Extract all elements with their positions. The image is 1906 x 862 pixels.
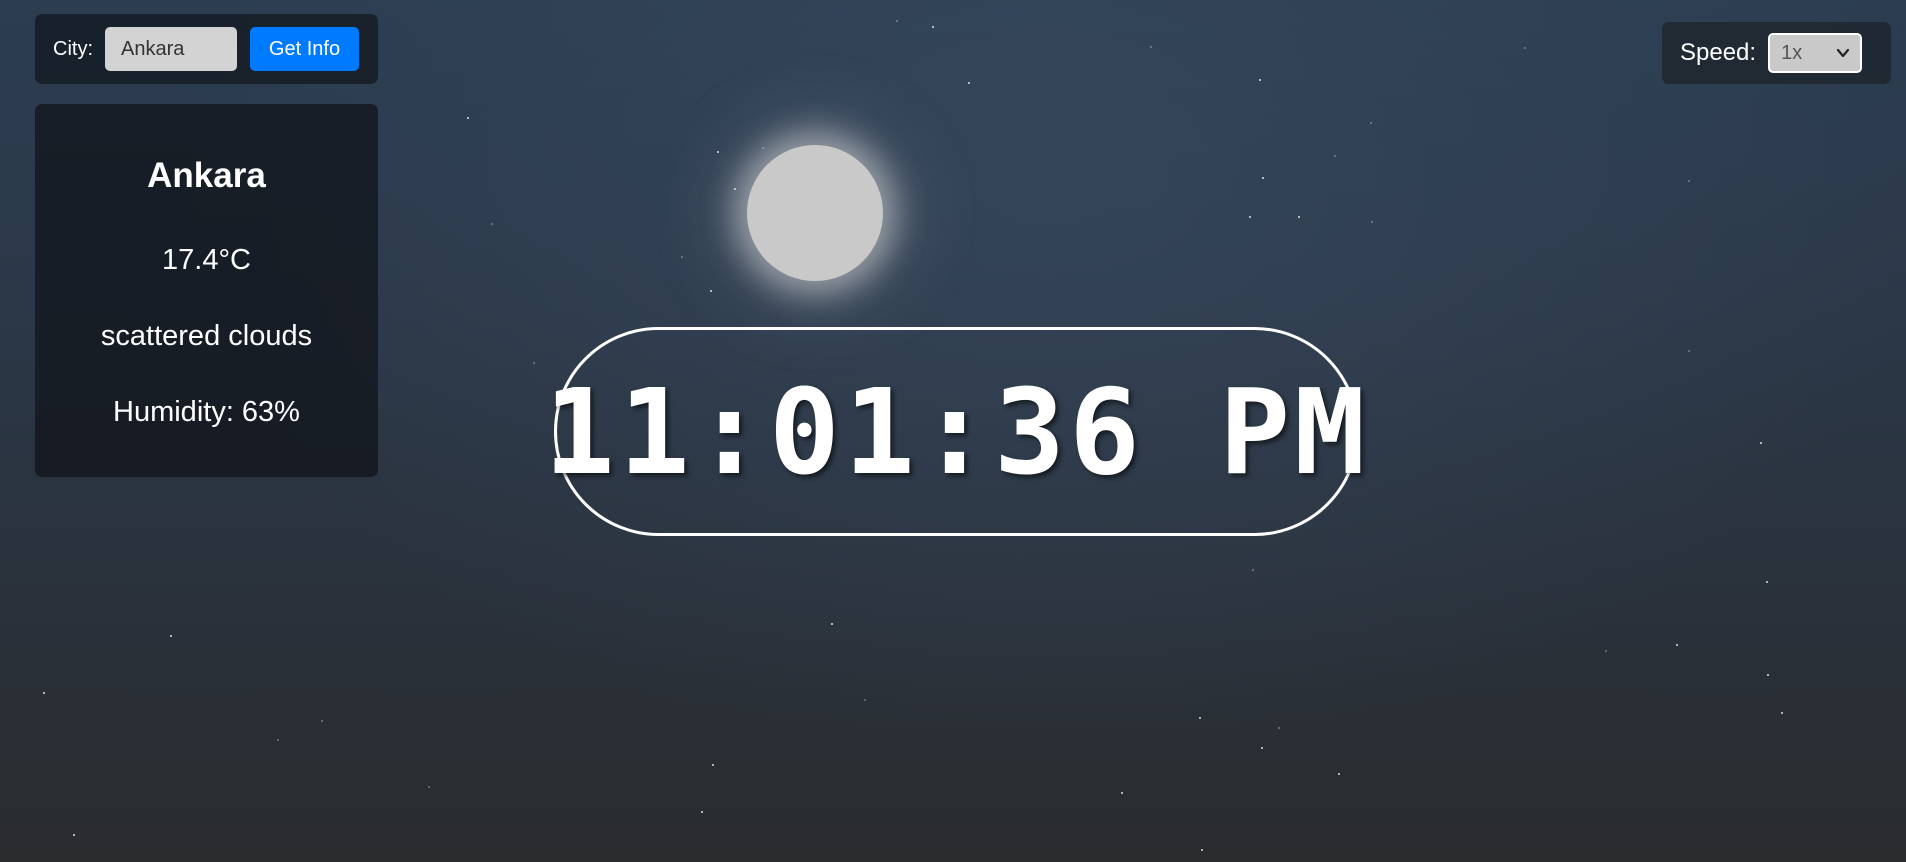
star <box>710 290 712 292</box>
star <box>1338 773 1340 775</box>
star <box>717 151 719 153</box>
star <box>1259 79 1261 81</box>
star <box>1298 216 1300 218</box>
digital-clock: 11:01:36 PM <box>544 327 1365 536</box>
star <box>932 26 934 28</box>
star <box>467 117 469 119</box>
star <box>831 623 833 625</box>
star <box>1249 216 1251 218</box>
city-input[interactable] <box>105 27 237 71</box>
star <box>1278 727 1280 729</box>
star <box>1199 717 1201 719</box>
star <box>1201 849 1203 851</box>
star <box>1766 581 1768 583</box>
star <box>712 764 714 766</box>
weather-city-name: Ankara <box>147 156 266 195</box>
star <box>1688 180 1690 182</box>
star <box>321 720 323 722</box>
speed-select[interactable]: 1x <box>1768 33 1863 73</box>
star <box>896 20 898 22</box>
star <box>1781 712 1783 714</box>
star <box>1150 46 1152 48</box>
star <box>1760 442 1762 444</box>
star <box>277 739 279 741</box>
star <box>734 188 736 190</box>
star <box>170 635 172 637</box>
star <box>73 834 75 836</box>
moon-icon <box>747 145 883 281</box>
clock-time: 11:01:36 PM <box>543 362 1370 501</box>
star <box>1371 221 1373 223</box>
star <box>1524 47 1526 49</box>
star <box>533 362 535 364</box>
star <box>1261 747 1263 749</box>
weather-description: scattered clouds <box>100 320 313 352</box>
star <box>43 692 45 694</box>
star <box>681 256 683 258</box>
speed-control-panel: Speed: 1x <box>1662 22 1891 84</box>
star <box>701 811 703 813</box>
star <box>1262 177 1264 179</box>
star <box>968 82 970 84</box>
star <box>864 699 866 701</box>
star <box>1605 650 1607 652</box>
star <box>1370 122 1372 124</box>
star <box>428 786 430 788</box>
weather-temperature: 17.4°C <box>162 244 251 276</box>
star <box>491 223 493 225</box>
star <box>1252 569 1254 571</box>
star <box>1121 792 1123 794</box>
city-search-panel: City: Get Info <box>35 14 378 84</box>
star <box>1688 350 1690 352</box>
star <box>1334 155 1336 157</box>
speed-select-value: 1x <box>1781 41 1803 64</box>
city-label: City: <box>53 37 93 60</box>
star <box>1676 644 1678 646</box>
chevron-down-icon <box>1836 48 1850 58</box>
get-info-button[interactable]: Get Info <box>250 27 359 71</box>
weather-card: Ankara 17.4°C scattered clouds Humidity:… <box>35 104 378 477</box>
weather-humidity: Humidity: 63% <box>113 396 300 428</box>
star <box>762 147 764 149</box>
speed-label: Speed: <box>1680 39 1757 66</box>
star <box>1767 674 1769 676</box>
